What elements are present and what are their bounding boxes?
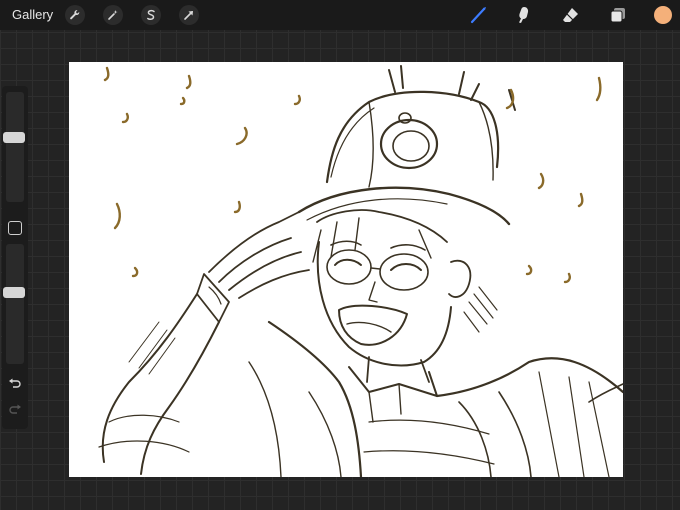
brush-tool[interactable] [468,4,490,26]
brush-size-handle[interactable] [3,132,25,143]
brush-icon [470,7,486,24]
selection-button[interactable] [141,5,161,25]
eraser-icon [563,8,578,22]
drawing-canvas[interactable] [69,62,623,477]
modify-button[interactable] [8,221,22,235]
left-sidebar [2,86,28,429]
redo-icon [9,404,21,414]
undo-icon [9,378,21,388]
smudge-icon [519,7,529,23]
sketch-artwork [98,65,623,477]
layers-button[interactable] [607,4,629,26]
transform-arrow-icon [184,11,193,20]
wrench-icon [70,10,80,20]
actions-button[interactable] [65,5,85,25]
selection-s-icon [147,9,155,21]
gallery-button[interactable]: Gallery [12,7,53,22]
brush-size-slider[interactable] [3,92,25,202]
adjustments-button[interactable] [103,5,123,25]
magic-wand-icon [108,10,118,20]
transform-button[interactable] [179,5,199,25]
redo-button[interactable] [6,402,24,418]
top-toolbar: Gallery [0,0,680,30]
color-picker-button[interactable] [654,6,672,24]
undo-button[interactable] [6,376,24,392]
eraser-tool[interactable] [560,4,582,26]
smudge-tool[interactable] [513,4,535,26]
opacity-handle[interactable] [3,287,25,298]
opacity-slider[interactable] [3,244,25,364]
layers-icon [610,8,625,23]
